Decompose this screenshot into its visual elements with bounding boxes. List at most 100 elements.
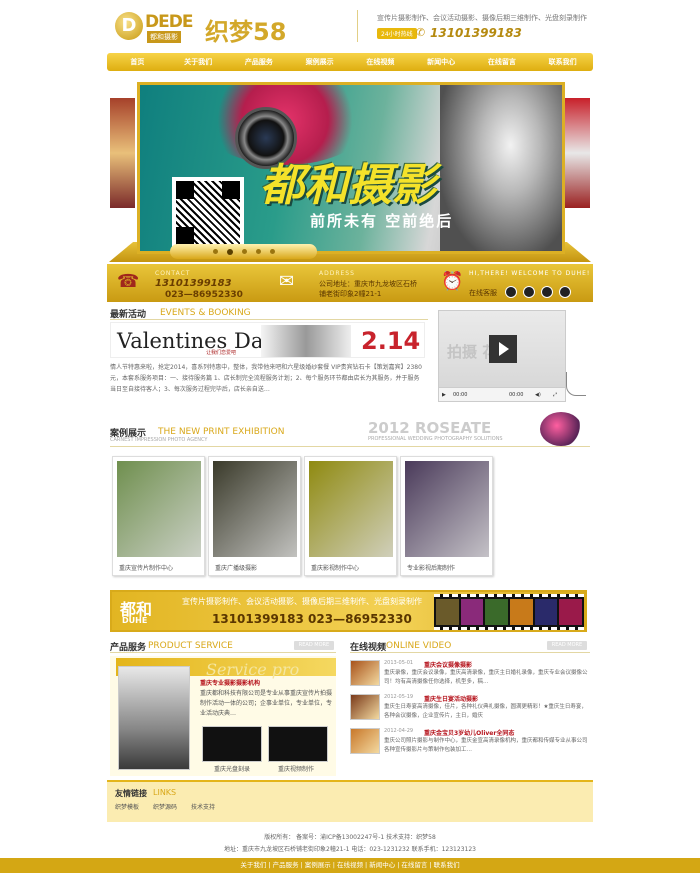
video-thumb[interactable] bbox=[350, 660, 380, 686]
case-image[interactable] bbox=[405, 461, 489, 557]
video-list-item[interactable]: 2012-04-29 重庆金宝贝3岁幼儿Oliver全同态 重庆公司照片摄影与制作中… bbox=[350, 728, 590, 762]
qq-icon[interactable] bbox=[541, 286, 553, 298]
video-thumb[interactable] bbox=[350, 728, 380, 754]
nav-item[interactable]: 联系我们 bbox=[532, 53, 593, 71]
promo-banner[interactable]: Valentines Day 让我们恋爱吧 2.14 bbox=[110, 322, 425, 358]
fullscreen-icon[interactable]: ⤢ bbox=[553, 392, 557, 398]
film-frame bbox=[460, 599, 484, 625]
link-item[interactable]: 织梦源码 bbox=[153, 802, 177, 811]
map-icon: ✉ bbox=[279, 271, 295, 292]
video-title[interactable]: 重庆金宝贝3岁幼儿Oliver全同态 bbox=[424, 728, 514, 737]
nav-item[interactable]: 首页 bbox=[107, 53, 168, 71]
photographer-photo[interactable] bbox=[118, 666, 190, 770]
video-list-item[interactable]: 2012-05-19 重庆生日宴活动摄影 重庆生日寿宴高清摄像，佳片，各种礼仪典礼摄… bbox=[350, 694, 590, 728]
film-strip bbox=[434, 594, 584, 630]
case-image[interactable] bbox=[309, 461, 393, 557]
service-headline[interactable]: 重庆专业摄影摄影机构 bbox=[200, 678, 260, 687]
banner-slide[interactable]: 都和摄影 前所未有 空前绝后 bbox=[137, 82, 565, 254]
video-desc: 重庆公司照片摄影与制作中心，重庆金宣高清录像机构，重庆都和传媒专业从事公司各种宣… bbox=[384, 738, 588, 753]
cd-product-thumb[interactable] bbox=[268, 726, 328, 762]
camera-collage-icon bbox=[540, 412, 582, 446]
link-item[interactable]: 织梦模板 bbox=[115, 802, 139, 811]
nav-item[interactable]: 新闻中心 bbox=[411, 53, 472, 71]
play-small-icon[interactable]: ▶ bbox=[442, 392, 446, 398]
slide-dot[interactable] bbox=[255, 249, 261, 254]
case-card[interactable]: 重庆宣传片制作中心 bbox=[112, 456, 205, 576]
videos-more-button[interactable]: READ MORE bbox=[547, 641, 587, 650]
divider bbox=[110, 652, 336, 653]
case-label[interactable]: 重庆宣传片制作中心 bbox=[119, 563, 173, 572]
hotline-badge: 24小时热线 bbox=[377, 28, 417, 39]
footer-nav-item[interactable]: 在线留言 bbox=[401, 861, 427, 869]
video-thumb[interactable] bbox=[350, 694, 380, 720]
side-photo-left[interactable] bbox=[110, 98, 135, 208]
roseate-title: 2012 ROSEATE bbox=[368, 419, 492, 437]
footer-nav-item[interactable]: 在线视频 bbox=[337, 861, 363, 869]
footer-nav-item[interactable]: 新闻中心 bbox=[369, 861, 395, 869]
qq-icon[interactable] bbox=[505, 286, 517, 298]
divider bbox=[110, 446, 590, 447]
video-title[interactable]: 重庆生日宴活动摄影 bbox=[424, 694, 478, 703]
main-nav: 首页 关于我们 产品服务 案例展示 在线视频 新闻中心 在线留言 联系我们 bbox=[107, 53, 593, 71]
volume-icon[interactable]: ◀) bbox=[535, 392, 541, 398]
case-label[interactable]: 专业影视后期制作 bbox=[407, 563, 455, 572]
time-total: 00:00 bbox=[509, 392, 524, 398]
video-list-item[interactable]: 2013-05-01 重庆会议摄像摄影 重庆录像，重庆会议录像，重庆高清录像，重庆主… bbox=[350, 660, 590, 694]
contact-landline: 023—86952330 bbox=[165, 290, 243, 300]
banner-frame: 都和摄影 前所未有 空前绝后 bbox=[107, 74, 593, 264]
nav-item[interactable]: 在线留言 bbox=[472, 53, 533, 71]
qr-code bbox=[172, 177, 244, 249]
case-card[interactable]: 专业影视后期制作 bbox=[400, 456, 493, 576]
cd-product-thumb[interactable] bbox=[202, 726, 262, 762]
footer-nav-item[interactable]: 产品服务 bbox=[273, 861, 299, 869]
video-screen[interactable]: 拍摄 花絮 bbox=[439, 311, 565, 387]
link-item[interactable]: 技术支持 bbox=[191, 802, 215, 811]
side-photo-right[interactable] bbox=[565, 98, 590, 208]
nav-item[interactable]: 产品服务 bbox=[229, 53, 290, 71]
footer-nav-item[interactable]: 关于我们 bbox=[240, 861, 266, 869]
slide-dot[interactable] bbox=[269, 249, 275, 254]
header-services: 宣传片摄影制作、会议活动摄影、摄像后期三维制作、光盘刻录制作 bbox=[377, 14, 587, 22]
banner-slogan: 前所未有 空前绝后 bbox=[310, 212, 454, 230]
qq-icon[interactable] bbox=[523, 286, 535, 298]
case-label[interactable]: 重庆广播级摄影 bbox=[215, 563, 257, 572]
nav-item[interactable]: 关于我们 bbox=[168, 53, 229, 71]
play-icon[interactable] bbox=[489, 335, 517, 363]
cd-label[interactable]: 重庆光盘刻录 bbox=[214, 764, 250, 773]
slide-dot[interactable] bbox=[226, 248, 233, 255]
logo-badge[interactable]: D bbox=[115, 12, 143, 40]
case-card[interactable]: 重庆影视制作中心 bbox=[304, 456, 397, 576]
promo-couple-photo bbox=[261, 325, 351, 357]
logo-brand[interactable]: DEDE bbox=[145, 12, 193, 32]
promo-strip[interactable]: 都和 DUHE 宣传片摄影制作、会议活动摄影、摄像后期三维制作、光盘刻录制作 1… bbox=[110, 590, 587, 632]
slide-dot[interactable] bbox=[241, 249, 247, 254]
footer-nav-item[interactable]: 案例展示 bbox=[305, 861, 331, 869]
news-body[interactable]: 情人节特惠来啦，抢定2014，喜系列特惠中，整体，我带他来吧和六星级婚纱套餐 V… bbox=[110, 362, 425, 395]
nav-item[interactable]: 在线视频 bbox=[350, 53, 411, 71]
strip-phones: 13101399183 023—86952330 bbox=[212, 612, 412, 626]
video-title[interactable]: 重庆会议摄像摄影 bbox=[424, 660, 472, 669]
strip-logo-en: DUHE bbox=[122, 616, 148, 625]
film-frame bbox=[485, 599, 509, 625]
divider bbox=[350, 652, 590, 653]
footer-nav: 关于我们 | 产品服务 | 案例展示 | 在线视频 | 新闻中心 | 在线留言 | 联系我们 bbox=[0, 858, 700, 873]
video-player[interactable]: 拍摄 花絮 ▶ 00:00 00:00 ◀) ⤢ bbox=[438, 310, 566, 402]
slide-dot[interactable] bbox=[212, 249, 218, 254]
case-card[interactable]: 重庆广播级摄影 bbox=[208, 456, 301, 576]
cd-label[interactable]: 重庆视频制作 bbox=[278, 764, 314, 773]
case-label[interactable]: 重庆影视制作中心 bbox=[311, 563, 359, 572]
case-image[interactable] bbox=[117, 461, 201, 557]
video-controls[interactable]: ▶ 00:00 00:00 ◀) ⤢ bbox=[439, 387, 565, 401]
products-more-button[interactable]: READ MORE bbox=[294, 641, 334, 650]
video-desc: 重庆录像，重庆会议录像，重庆高清录像，重庆主日婚礼录像，重庆专业会议摄像公司！均… bbox=[384, 670, 588, 685]
case-image[interactable] bbox=[213, 461, 297, 557]
qq-icon[interactable] bbox=[559, 286, 571, 298]
separator: | bbox=[429, 861, 432, 869]
footer-nav-item[interactable]: 联系我们 bbox=[434, 861, 460, 869]
nav-item[interactable]: 案例展示 bbox=[289, 53, 350, 71]
video-date: 2012-05-19 bbox=[384, 694, 414, 700]
separator: | bbox=[268, 861, 271, 869]
banner-model-photo bbox=[440, 85, 562, 251]
film-frame bbox=[534, 599, 558, 625]
logo-name[interactable]: 织梦58 bbox=[205, 12, 286, 47]
